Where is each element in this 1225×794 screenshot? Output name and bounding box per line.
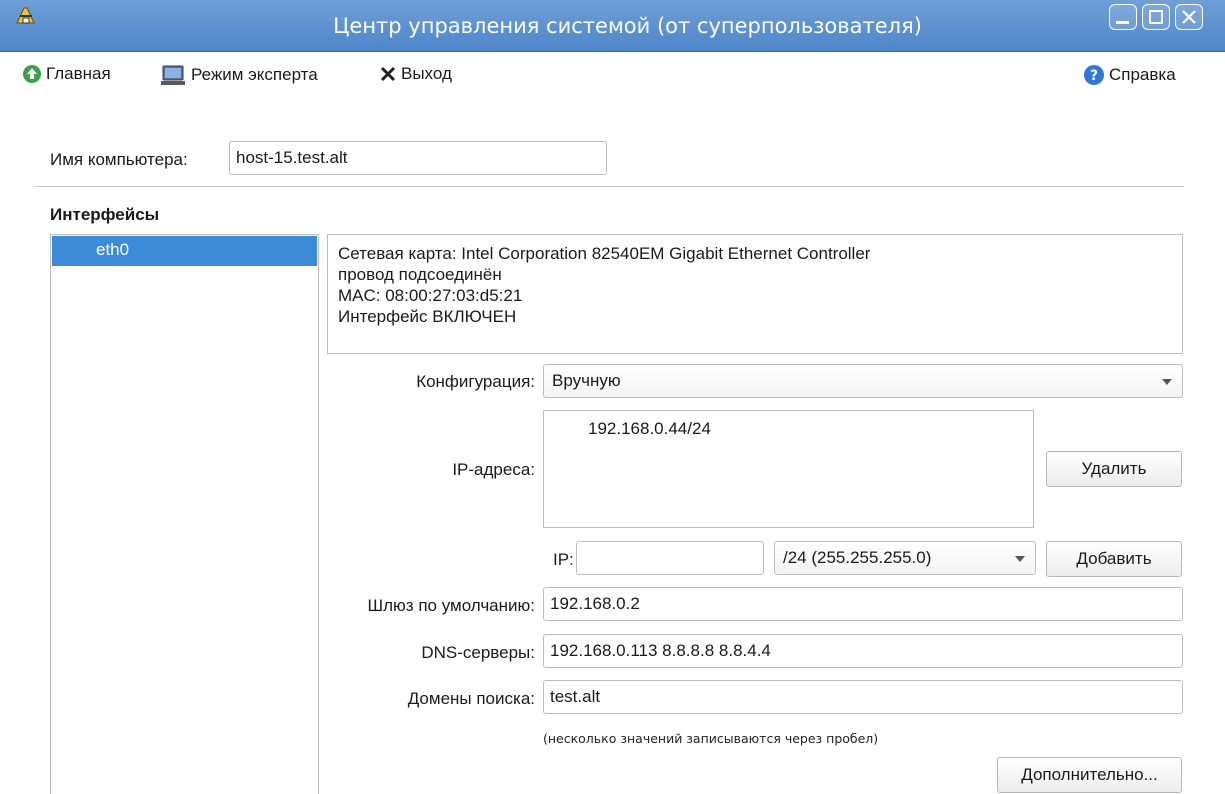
maximize-button[interactable]	[1142, 4, 1170, 30]
window-title: Центр управления системой (от суперпольз…	[333, 14, 922, 38]
exit-label: Выход	[401, 64, 452, 83]
config-select[interactable]: Вручную	[543, 364, 1183, 398]
chevron-down-icon	[1162, 379, 1172, 385]
interfaces-list[interactable]: eth0	[50, 234, 319, 794]
monitor-icon	[161, 65, 185, 85]
interfaces-heading: Интерфейсы	[50, 205, 160, 224]
ip-label: IP:	[553, 550, 574, 569]
netmask-value: /24 (255.255.255.0)	[783, 548, 932, 567]
advanced-button[interactable]: Дополнительно...	[997, 757, 1182, 793]
gateway-input[interactable]: 192.168.0.2	[543, 587, 1183, 621]
hint-text: (несколько значений записываются через п…	[543, 731, 879, 746]
info-line-link: провод подсоединён	[338, 265, 502, 284]
dns-input[interactable]: 192.168.0.113 8.8.8.8 8.8.4.4	[543, 634, 1183, 668]
config-value: Вручную	[552, 371, 621, 390]
close-button[interactable]	[1175, 4, 1203, 30]
gateway-label: Шлюз по умолчанию:	[367, 596, 535, 615]
interface-item-eth0[interactable]: eth0	[52, 236, 317, 266]
help-label: Справка	[1109, 65, 1176, 84]
dns-label: DNS-серверы:	[421, 643, 535, 662]
delete-button[interactable]: Удалить	[1046, 451, 1182, 487]
separator	[34, 186, 1184, 187]
home-label: Главная	[46, 64, 111, 83]
home-icon	[23, 65, 41, 83]
info-line-state: Интерфейс ВКЛЮЧЕН	[338, 307, 517, 326]
svg-text:?: ?	[1090, 68, 1098, 84]
netmask-select[interactable]: /24 (255.255.255.0)	[774, 541, 1036, 575]
maximize-icon	[1149, 10, 1163, 24]
expert-mode-label: Режим эксперта	[191, 65, 318, 84]
x-icon	[380, 66, 396, 82]
home-button[interactable]: Главная	[22, 64, 111, 84]
ip-addresses-list[interactable]: 192.168.0.44/24	[543, 410, 1034, 528]
close-icon	[1182, 10, 1196, 24]
search-domains-input[interactable]: test.alt	[543, 680, 1183, 714]
toolbar: Главная Режим эксперта Выход ? Справка	[0, 60, 1225, 90]
minimize-button[interactable]	[1109, 4, 1137, 30]
chevron-down-icon	[1015, 556, 1025, 562]
hostname-input[interactable]: host-15.test.alt	[229, 141, 607, 175]
expert-mode-button[interactable]: Режим эксперта	[161, 64, 318, 86]
help-button[interactable]: ? Справка	[1083, 64, 1176, 86]
search-domains-label: Домены поиска:	[407, 689, 535, 708]
info-line-card: Сетевая карта: Intel Corporation 82540EM…	[338, 244, 871, 263]
hostname-label: Имя компьютера:	[50, 150, 188, 169]
title-bar[interactable]: Центр управления системой (от суперпольз…	[0, 0, 1225, 52]
exit-button[interactable]: Выход	[379, 64, 452, 84]
ip-address-item[interactable]: 192.168.0.44/24	[588, 419, 711, 439]
ip-addresses-label: IP-адреса:	[452, 460, 535, 479]
info-line-mac: MAC: 08:00:27:03:d5:21	[338, 286, 523, 305]
add-button[interactable]: Добавить	[1046, 541, 1182, 577]
ip-input[interactable]	[576, 541, 764, 575]
config-label: Конфигурация:	[416, 372, 535, 391]
help-icon: ?	[1084, 65, 1104, 85]
interface-info: Сетевая карта: Intel Corporation 82540EM…	[327, 234, 1183, 354]
minimize-icon	[1116, 21, 1129, 24]
